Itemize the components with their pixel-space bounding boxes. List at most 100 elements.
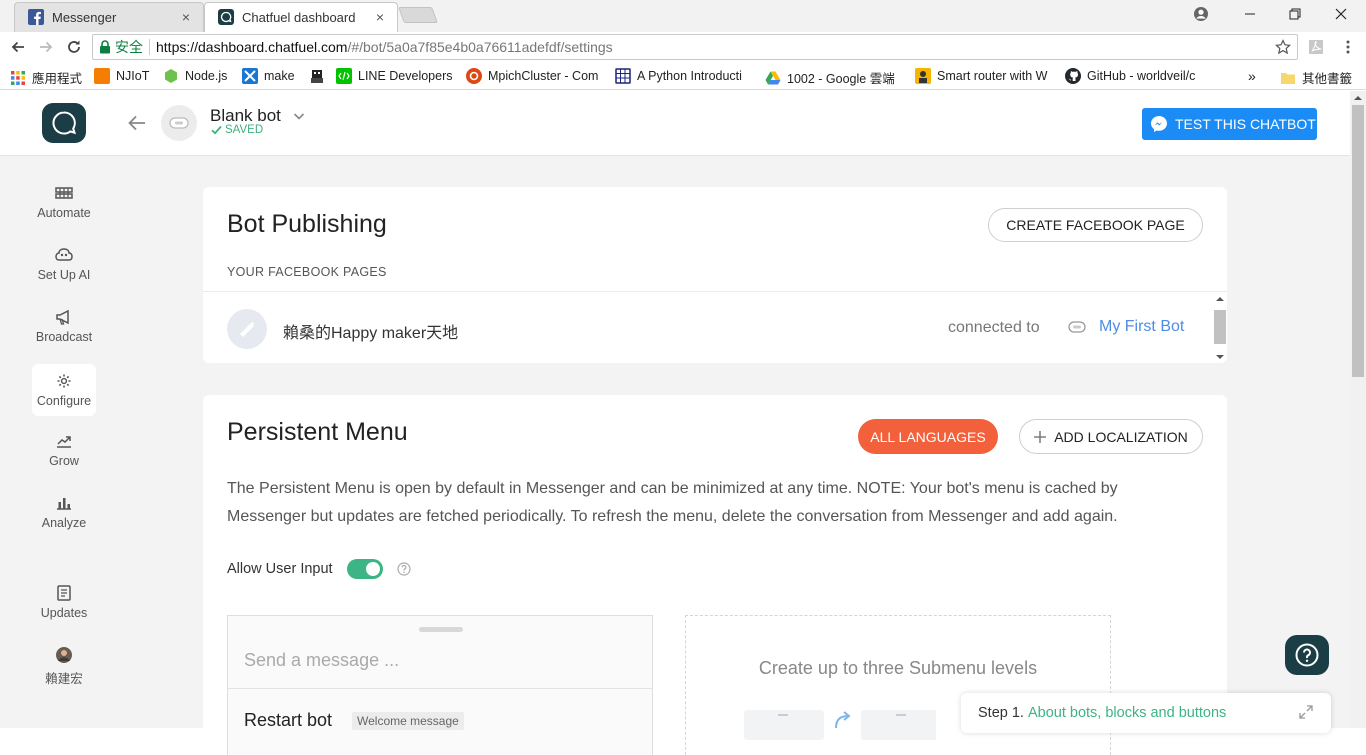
gear-icon — [57, 374, 71, 388]
tab-messenger[interactable]: Messenger × — [14, 2, 204, 32]
minimize-icon[interactable] — [1227, 0, 1273, 28]
restore-icon[interactable] — [1272, 0, 1318, 28]
bookmark-line-developers[interactable]: LINE Developers — [336, 68, 456, 84]
bookmark-smart-router[interactable]: Smart router with W — [915, 68, 1051, 84]
add-localization-button[interactable]: ADD LOCALIZATION — [1019, 419, 1203, 454]
automate-icon — [55, 187, 73, 199]
close-window-icon[interactable] — [1318, 0, 1364, 28]
scroll-up-icon — [1216, 297, 1224, 301]
page-icon — [240, 322, 254, 337]
more-bookmarks-button[interactable]: » — [1248, 68, 1262, 84]
app-header: Blank bot SAVED TEST THIS CHATBOT — [0, 91, 1350, 156]
messenger-icon — [1151, 116, 1167, 132]
star-bookmark-icon[interactable] — [1275, 39, 1291, 55]
sidebar-item-setup-ai[interactable]: Set Up AI — [32, 238, 96, 290]
pages-scrollbar[interactable] — [1213, 292, 1227, 364]
new-tab-button[interactable] — [398, 7, 438, 23]
submenu-levels-illustration — [744, 710, 936, 740]
bookmark-nodejs[interactable]: Node.js — [163, 68, 233, 84]
scroll-up-icon — [1354, 96, 1362, 100]
profile-icon[interactable] — [1178, 0, 1224, 28]
sidebar-item-automate[interactable]: Automate — [32, 176, 96, 228]
persistent-menu-title: Persistent Menu — [227, 418, 408, 446]
sidebar: Automate Set Up AI Broadcast Configure G… — [0, 156, 128, 728]
bookmark-apps[interactable]: 應用程式 — [10, 68, 84, 87]
megaphone-icon — [56, 309, 69, 325]
lock-icon — [100, 40, 110, 54]
create-facebook-page-button[interactable]: CREATE FACEBOOK PAGE — [988, 208, 1203, 242]
connected-bot-link[interactable]: My First Bot — [1067, 318, 1184, 336]
page-avatar — [227, 309, 267, 349]
bookmark-python-intro[interactable]: A Python Introducti — [615, 68, 751, 84]
browser-menu-icon[interactable] — [1336, 35, 1360, 59]
expand-icon[interactable] — [1299, 705, 1313, 719]
sidebar-item-broadcast[interactable]: Broadcast — [32, 300, 96, 352]
pixel-art-icon — [309, 68, 325, 84]
scrollbar-thumb[interactable] — [1214, 310, 1226, 344]
bar-chart-icon — [57, 498, 71, 510]
secure-indicator[interactable]: 安全 — [93, 37, 143, 57]
url-path: /#/bot/5a0a7f85e4b0a76611adefdf/settings — [347, 39, 613, 55]
facebook-pages-label: YOUR FACEBOOK PAGES — [227, 265, 387, 279]
bookmark-github-worldveil[interactable]: GitHub - worldveil/c — [1065, 68, 1205, 84]
line-icon — [336, 68, 352, 84]
back-arrow-icon[interactable] — [126, 113, 148, 133]
help-circle-icon[interactable] — [396, 562, 411, 576]
help-chat-button[interactable] — [1285, 635, 1329, 675]
tab-close-icon[interactable]: × — [372, 9, 388, 25]
grow-chart-icon — [57, 436, 71, 448]
onboarding-step-panel[interactable]: Step 1. About bots, blocks and buttons — [961, 693, 1331, 733]
sidebar-item-analyze[interactable]: Analyze — [32, 486, 96, 538]
pdf-extension-icon[interactable] — [1304, 35, 1328, 59]
browser-tab-strip: Messenger × Chatfuel dashboard × — [0, 0, 1366, 32]
bookmark-njiot[interactable]: NJIoT — [94, 68, 156, 84]
blogger-icon — [94, 68, 110, 84]
bookmark-google-drive[interactable]: 1002 - Google 雲端 — [765, 68, 903, 87]
chatfuel-logo-icon — [52, 111, 77, 135]
sidebar-item-grow[interactable]: Grow — [32, 424, 96, 476]
sidebar-item-configure[interactable]: Configure — [32, 364, 96, 416]
bookmark-make[interactable]: make — [242, 68, 300, 84]
apps-grid-icon — [11, 70, 25, 85]
facebook-icon — [28, 9, 44, 25]
drag-handle[interactable] — [419, 627, 463, 632]
page-scrollbar-thumb[interactable] — [1352, 105, 1364, 377]
grid-doc-icon — [615, 68, 631, 84]
sidebar-item-updates[interactable]: Updates — [32, 576, 96, 628]
chatfuel-favicon-icon — [218, 9, 234, 25]
all-languages-button[interactable]: ALL LANGUAGES — [858, 419, 998, 454]
page-scrollbar[interactable] — [1350, 91, 1366, 728]
app-body: Automate Set Up AI Broadcast Configure G… — [0, 156, 1350, 755]
bookmark-pixel-art[interactable] — [309, 68, 327, 84]
reload-icon[interactable] — [62, 35, 86, 59]
bot-name[interactable]: Blank bot — [210, 106, 281, 126]
updates-icon — [57, 585, 71, 601]
ubuntu-icon — [466, 68, 482, 84]
address-bar[interactable]: 安全 https://dashboard.chatfuel.com /#/bot… — [92, 34, 1298, 60]
tab-close-icon[interactable]: × — [178, 9, 194, 25]
persistent-menu-card: Persistent Menu ALL LANGUAGES ADD LOCALI… — [203, 395, 1227, 755]
sidebar-item-user[interactable]: 賴建宏 — [32, 640, 96, 692]
step-number: Step 1. — [978, 705, 1024, 721]
scroll-down-icon — [1216, 355, 1224, 359]
bot-face-icon — [169, 117, 189, 129]
welcome-message-tag[interactable]: Welcome message — [352, 712, 464, 730]
message-input-placeholder[interactable]: Send a message ... — [244, 650, 399, 671]
bot-publishing-title: Bot Publishing — [227, 210, 387, 238]
allow-user-input-toggle[interactable] — [346, 559, 383, 579]
chatfuel-logo[interactable] — [42, 103, 86, 143]
url-host: https://dashboard.chatfuel.com — [156, 39, 348, 55]
allow-user-input-row: Allow User Input — [227, 559, 411, 579]
step-link[interactable]: About bots, blocks and buttons — [1028, 705, 1226, 721]
page-name[interactable]: 賴桑的Happy maker天地 — [283, 319, 458, 343]
tab-chatfuel-dashboard[interactable]: Chatfuel dashboard × — [204, 2, 398, 32]
google-drive-icon — [765, 71, 781, 84]
bookmark-mpich-cluster[interactable]: MpichCluster - Com — [466, 68, 601, 84]
bot-avatar[interactable] — [161, 105, 197, 141]
chevron-down-icon[interactable] — [292, 109, 306, 123]
other-bookmarks-folder[interactable]: 其他書籤 — [1280, 68, 1360, 87]
back-icon[interactable] — [6, 35, 30, 59]
forward-icon[interactable] — [34, 35, 58, 59]
tab-title: Chatfuel dashboard — [242, 9, 356, 25]
test-chatbot-button[interactable]: TEST THIS CHATBOT — [1142, 108, 1317, 140]
